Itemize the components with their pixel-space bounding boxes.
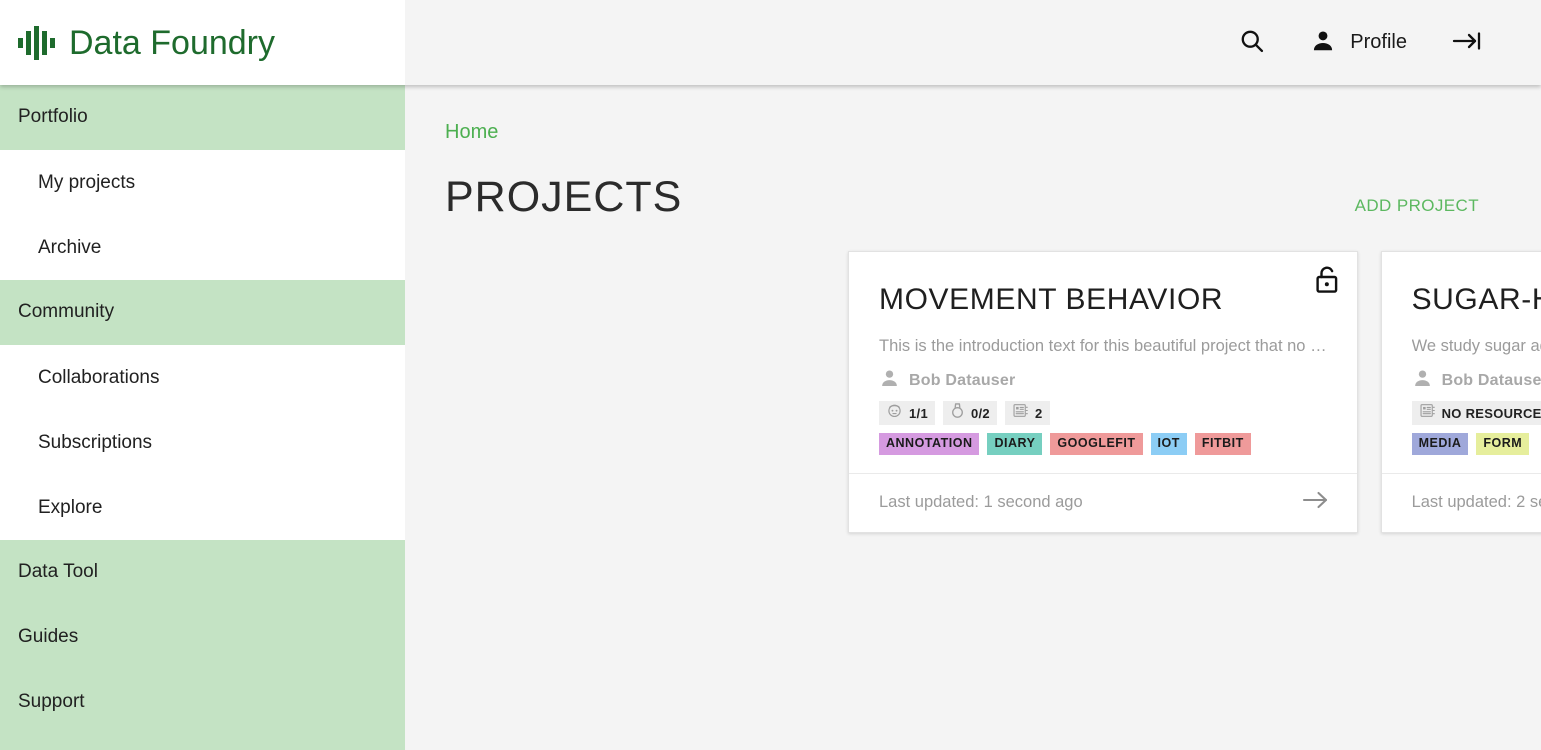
last-updated: Last updated: 1 second ago	[879, 493, 1083, 512]
tag-iot: IOT	[1150, 433, 1187, 455]
stat-chip-participants: 1/1	[879, 401, 935, 425]
sidebar-section-guides[interactable]: Guides	[0, 605, 405, 670]
sidebar: Portfolio My projects Archive Community …	[0, 85, 405, 750]
breadcrumb-home-link[interactable]: Home	[445, 121, 498, 143]
brand-area[interactable]: Data Foundry	[0, 0, 405, 85]
sidebar-label: Portfolio	[18, 106, 88, 127]
tag-diary: DIARY	[987, 433, 1043, 455]
last-updated: Last updated: 2 seconds ago	[1411, 493, 1541, 512]
main-content: Home PROJECTS ADD PROJECT MOVEMENT BEHAV…	[405, 85, 1541, 750]
stat-value: NO RESOURCES	[1441, 405, 1541, 421]
participant-face-icon	[886, 402, 903, 424]
app-root: Data Foundry Profile Portfolio My projec…	[0, 0, 1541, 750]
project-card[interactable]: MOVEMENT BEHAVIOR This is the introducti…	[848, 251, 1358, 533]
stat-chip-no-resources: NO RESOURCES	[1411, 401, 1541, 425]
person-icon	[1310, 28, 1336, 57]
search-button[interactable]	[1216, 13, 1288, 73]
author-name: Bob Datauser	[1441, 372, 1541, 389]
project-tags: MEDIA FORM	[1411, 433, 1541, 455]
sidebar-label: Archive	[38, 236, 102, 258]
watch-device-icon	[950, 402, 965, 425]
tag-annotation: ANNOTATION	[879, 433, 980, 455]
page-header: PROJECTS ADD PROJECT	[405, 144, 1541, 219]
sidebar-label: Guides	[18, 626, 79, 647]
project-description: We study sugar addiction amongst first y…	[1411, 337, 1541, 355]
profile-label: Profile	[1350, 31, 1407, 53]
stat-value: 0/2	[970, 405, 990, 421]
sidebar-label: Subscriptions	[38, 431, 153, 453]
project-stats: NO RESOURCES	[1411, 401, 1541, 425]
person-icon	[879, 368, 900, 394]
sidebar-item-explore[interactable]: Explore	[0, 475, 405, 540]
sidebar-label: Explore	[38, 496, 103, 518]
card-body: MOVEMENT BEHAVIOR This is the introducti…	[849, 252, 1357, 473]
card-body: SUGAR-HIGH STUDY We study sugar addictio…	[1382, 252, 1541, 473]
logout-button[interactable]	[1429, 13, 1505, 73]
project-card-grid: MOVEMENT BEHAVIOR This is the introducti…	[405, 219, 1541, 533]
sidebar-item-subscriptions[interactable]: Subscriptions	[0, 410, 405, 475]
stat-chip-devices: 0/2	[942, 401, 997, 425]
sidebar-item-archive[interactable]: Archive	[0, 215, 405, 280]
stat-value: 2	[1034, 405, 1043, 421]
project-tags: ANNOTATION DIARY GOOGLEFIT IOT FITBIT	[879, 433, 1327, 455]
project-title: MOVEMENT BEHAVIOR	[879, 283, 1224, 316]
card-footer: Last updated: 1 second ago	[849, 472, 1357, 532]
project-description: This is the introduction text for this b…	[879, 337, 1327, 355]
tag-fitbit: FITBIT	[1194, 433, 1251, 455]
search-icon	[1238, 27, 1266, 58]
breadcrumb: Home	[405, 85, 1541, 144]
sidebar-label: My projects	[38, 171, 136, 193]
app-title: Data Foundry	[69, 23, 275, 62]
form-grid-icon	[1012, 402, 1029, 424]
form-grid-icon	[1419, 402, 1436, 424]
project-card[interactable]: SUGAR-HIGH STUDY We study sugar addictio…	[1380, 251, 1541, 533]
sidebar-label: Data Tool	[18, 561, 98, 582]
waveform-icon	[18, 25, 55, 60]
sidebar-label: Community	[18, 301, 115, 322]
tag-media: MEDIA	[1411, 433, 1469, 455]
top-bar: Data Foundry Profile	[0, 0, 1541, 85]
sidebar-item-collaborations[interactable]: Collaborations	[0, 345, 405, 410]
person-icon	[1412, 368, 1433, 394]
sidebar-section-support[interactable]: Support	[0, 670, 405, 735]
tag-form: FORM	[1476, 433, 1530, 455]
stat-value: 1/1	[909, 405, 928, 421]
sidebar-section-portfolio[interactable]: Portfolio	[0, 85, 405, 150]
author-name: Bob Datauser	[909, 372, 1016, 389]
sidebar-label: Support	[18, 691, 85, 712]
card-footer: Last updated: 2 seconds ago	[1381, 472, 1541, 532]
sidebar-item-my-projects[interactable]: My projects	[0, 150, 405, 215]
arrow-right-icon[interactable]	[1301, 489, 1331, 516]
add-project-button[interactable]: ADD PROJECT	[1355, 196, 1479, 216]
project-stats: 1/1 0/2 2	[879, 401, 1327, 425]
profile-button[interactable]: Profile	[1288, 13, 1429, 73]
sidebar-section-data-tool[interactable]: Data Tool	[0, 540, 405, 605]
logout-icon	[1451, 28, 1483, 57]
top-bar-actions: Profile	[405, 0, 1541, 85]
project-author: Bob Datauser	[1412, 368, 1541, 394]
sidebar-label: Collaborations	[38, 366, 160, 388]
project-author: Bob Datauser	[879, 368, 1327, 394]
tag-googlefit: GOOGLEFIT	[1050, 433, 1143, 455]
sidebar-section-community[interactable]: Community	[0, 280, 405, 345]
stat-chip-forms: 2	[1004, 401, 1050, 425]
page-title: PROJECTS	[445, 173, 683, 221]
sidebar-filler	[0, 735, 405, 750]
body-row: Portfolio My projects Archive Community …	[0, 85, 1541, 750]
unlocked-padlock-icon[interactable]	[1314, 265, 1340, 300]
project-title: SUGAR-HIGH STUDY	[1411, 283, 1541, 316]
